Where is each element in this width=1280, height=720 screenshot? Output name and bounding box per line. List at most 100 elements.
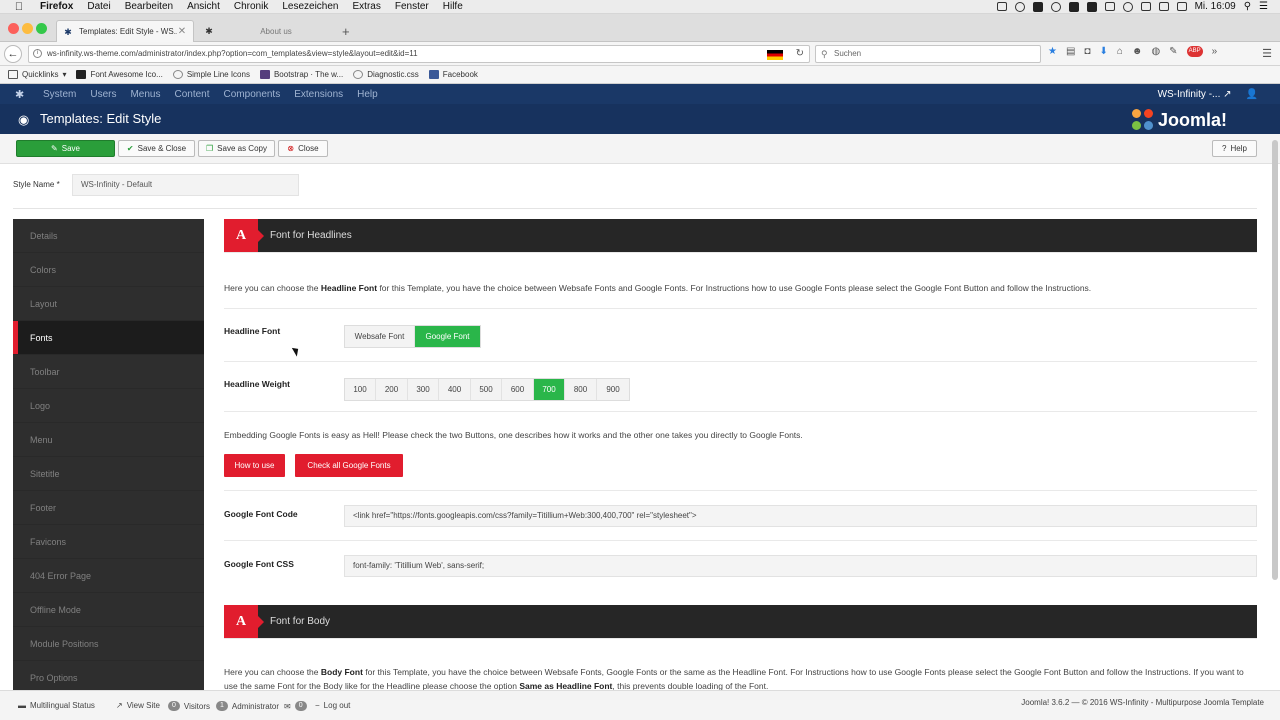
weight-500-option[interactable]: 500 [471,379,502,400]
check-google-fonts-button[interactable]: Check all Google Fonts [295,454,403,477]
menu-extras[interactable]: Extras [353,1,381,12]
logout-link[interactable]: − Log out [315,701,350,710]
administrator-status[interactable]: 1 Administrator [216,701,279,711]
save-as-copy-button[interactable]: ❐ Save as Copy [198,140,275,157]
page-scrollbar[interactable] [1272,140,1278,580]
sidebar-item-sitetitle[interactable]: Sitetitle [13,457,204,491]
bookmark-bootstrap[interactable]: Bootstrap · The w... [259,70,343,79]
sidebar-item-favicons[interactable]: Favicons [13,525,204,559]
nav-menus[interactable]: Menus [130,89,160,100]
menu-chronik[interactable]: Chronik [234,1,268,12]
sidebar-item-pro-options[interactable]: Pro Options [13,661,204,690]
camera-icon[interactable] [1104,2,1115,11]
close-button[interactable]: ⊗ Close [278,140,328,157]
weight-100-option[interactable]: 100 [345,379,376,400]
bookmark-simple-line-icons[interactable]: Simple Line Icons [172,70,250,79]
menu-fenster[interactable]: Fenster [395,1,429,12]
sidebar-item-menu[interactable]: Menu [13,423,204,457]
apple-icon[interactable]:  [12,1,26,13]
sidebar-item-offline-mode[interactable]: Offline Mode [13,593,204,627]
bookmark-font-awesome[interactable]: Font Awesome Ico... [76,70,163,79]
user-menu-icon[interactable]: 👤 [1246,89,1258,100]
url-bar[interactable]: i ws-infinity.ws-theme.com/administrator… [28,45,810,63]
sidebar-item-404-error-page[interactable]: 404 Error Page [13,559,204,593]
time-machine-icon[interactable] [1122,1,1133,12]
weight-200-option[interactable]: 200 [376,379,408,400]
multilingual-status[interactable]: ▬ Multilingual Status [18,701,95,710]
sidebar-item-logo[interactable]: Logo [13,389,204,423]
notification-center-icon[interactable]: ☰ [1259,1,1268,12]
sidebar-item-module-positions[interactable]: Module Positions [13,627,204,661]
back-button[interactable]: ← [4,45,22,63]
nav-help[interactable]: Help [357,89,378,100]
evernote-icon[interactable] [1032,1,1043,12]
menu-hilfe[interactable]: Hilfe [443,1,463,12]
sidebar-item-layout[interactable]: Layout [13,287,204,321]
nav-content[interactable]: Content [174,89,209,100]
home-icon[interactable]: ⌂ [1117,46,1123,57]
bookmark-facebook[interactable]: Facebook [428,70,478,79]
hamburger-menu-icon[interactable]: ☰ [1262,47,1272,60]
spotlight-icon[interactable]: ⚲ [1244,1,1251,12]
info-icon[interactable] [1050,1,1061,12]
reading-list-icon[interactable]: ▤ [1066,46,1075,57]
menu-datei[interactable]: Datei [87,1,110,12]
minimize-window-button[interactable] [22,23,33,34]
bookmark-quicklinks[interactable]: Quicklinks ▾ [8,70,66,79]
search-input[interactable]: ⚲ Suchen [815,45,1041,63]
sidebar-item-colors[interactable]: Colors [13,253,204,287]
google-font-option[interactable]: Google Font [415,326,480,347]
bookmark-diagnostic[interactable]: Diagnostic.css [353,70,419,79]
extension-icon[interactable]: ◍ [1151,46,1160,57]
save-close-button[interactable]: ✔ Save & Close [118,140,195,157]
weight-700-option[interactable]: 700 [534,379,565,400]
save-button[interactable]: ✎ Save [16,140,115,157]
site-link[interactable]: WS-Infinity -... ↗ [1158,89,1232,100]
clock[interactable]: Mi. 16:09 [1195,1,1236,12]
help-button[interactable]: ? Help [1212,140,1257,157]
more-icon[interactable]: » [1212,46,1218,57]
sidebar-item-fonts[interactable]: Fonts [13,321,204,355]
weight-300-option[interactable]: 300 [408,379,439,400]
close-tab-icon[interactable]: ✕ [177,26,187,37]
messages-status[interactable]: ✉ 0 [284,701,307,711]
tab-templates-edit-style[interactable]: ✱ Templates: Edit Style - WS... ✕ [56,20,194,42]
adblock-badge-icon[interactable]: ABP [1186,46,1203,57]
menu-lesezeichen[interactable]: Lesezeichen [282,1,338,12]
tab-about-us[interactable]: ✱ About us [198,20,338,42]
menu-app-name[interactable]: Firefox [40,1,73,12]
app-r-icon[interactable] [1086,1,1097,12]
ghostery-icon[interactable]: ☻ [1132,46,1143,57]
bookmark-star-icon[interactable]: ★ [1048,46,1057,57]
visitors-status[interactable]: 0 Visitors [168,701,210,711]
weight-900-option[interactable]: 900 [597,379,629,400]
display-icon[interactable] [996,2,1007,11]
volume-icon[interactable] [1158,2,1169,11]
sidebar-item-footer[interactable]: Footer [13,491,204,525]
download-icon[interactable]: ⬇ [1099,46,1107,57]
google-font-code-field[interactable]: <link href="https://fonts.googleapis.com… [344,505,1257,527]
nav-extensions[interactable]: Extensions [294,89,343,100]
pocket-icon[interactable]: ◘ [1084,46,1090,57]
german-flag-icon[interactable] [767,50,783,60]
google-font-css-field[interactable]: font-family: 'Titillium Web', sans-serif… [344,555,1257,577]
nav-system[interactable]: System [43,89,76,100]
close-window-button[interactable] [8,23,19,34]
weight-400-option[interactable]: 400 [439,379,471,400]
weight-800-option[interactable]: 800 [565,379,597,400]
joomla-menu-icon[interactable]: ✱ [15,88,29,101]
sidebar-item-toolbar[interactable]: Toolbar [13,355,204,389]
menu-bearbeiten[interactable]: Bearbeiten [125,1,173,12]
nav-components[interactable]: Components [224,89,281,100]
sidebar-item-details[interactable]: Details [13,219,204,253]
zoom-window-button[interactable] [36,23,47,34]
style-name-input[interactable]: WS-Infinity - Default [72,174,299,196]
websafe-font-option[interactable]: Websafe Font [345,326,415,347]
weight-600-option[interactable]: 600 [502,379,534,400]
how-to-use-button[interactable]: How to use [224,454,285,477]
wifi-icon[interactable] [1140,2,1151,11]
site-info-icon[interactable]: i [33,49,42,58]
view-site-link[interactable]: ↗ View Site [116,701,160,710]
script-icon[interactable] [1014,1,1025,12]
reload-icon[interactable]: ↻ [796,46,804,62]
